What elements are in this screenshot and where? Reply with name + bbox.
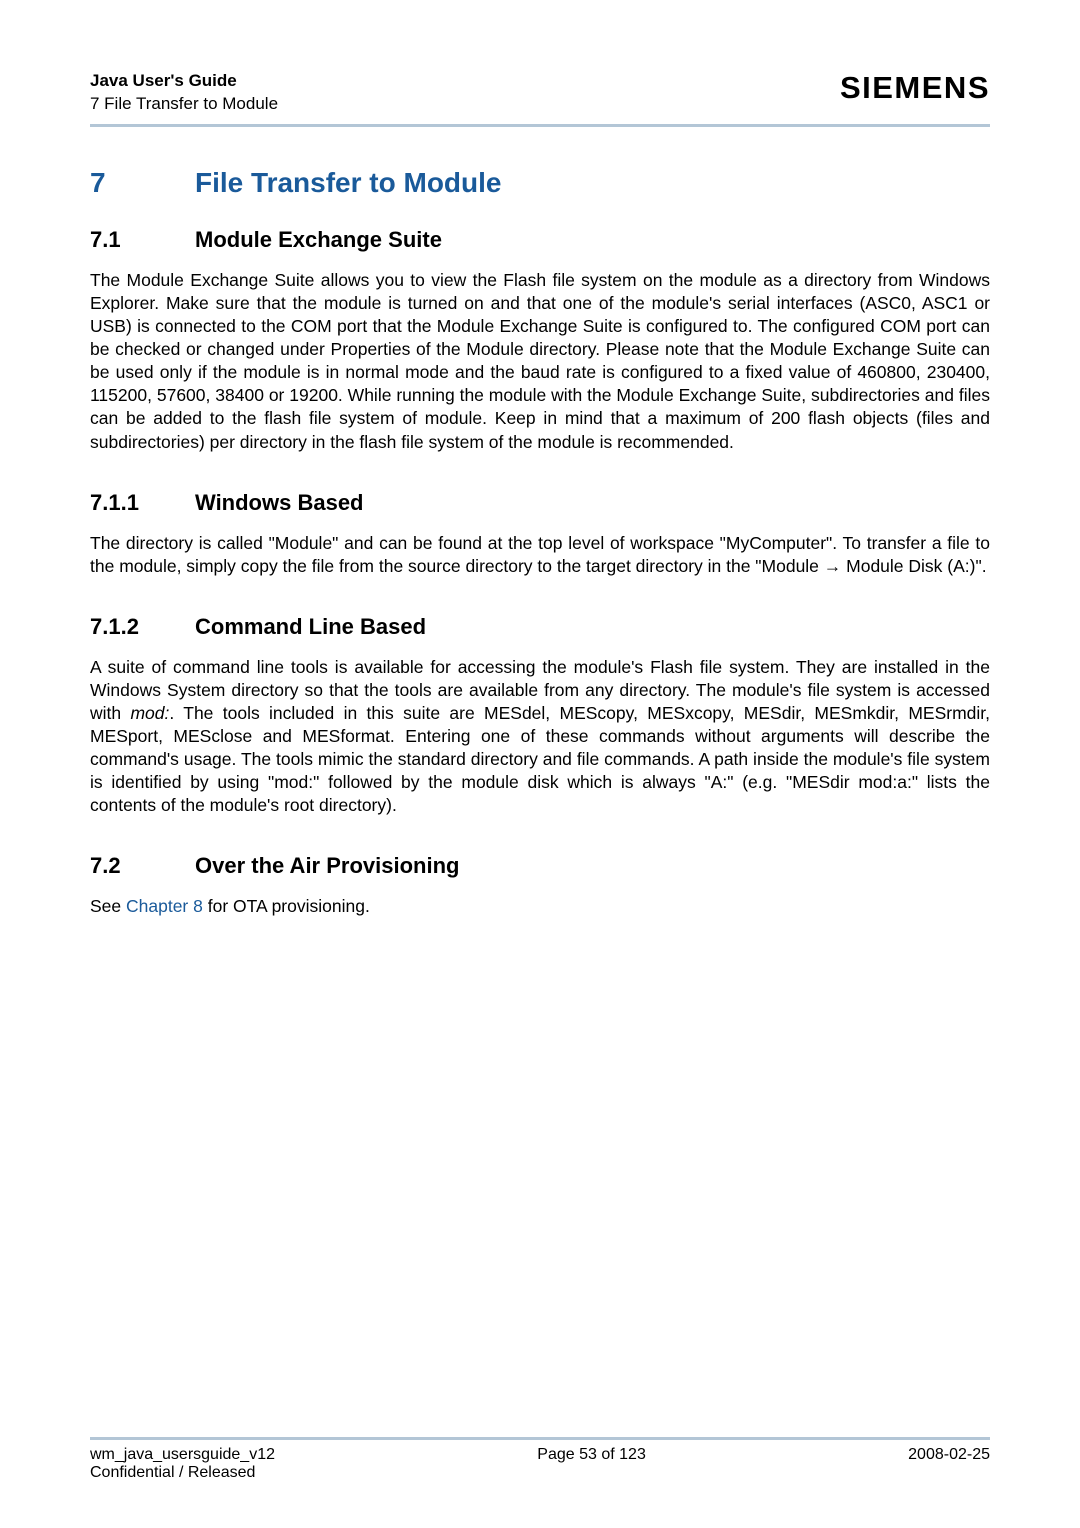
chapter-link[interactable]: Chapter 8 bbox=[126, 896, 203, 916]
section-number: 7.1 bbox=[90, 227, 195, 253]
footer-left: wm_java_usersguide_v12 Confidential / Re… bbox=[90, 1446, 275, 1482]
subsection-heading: 7.1.2Command Line Based bbox=[90, 614, 990, 640]
doc-title: Java User's Guide bbox=[90, 70, 278, 93]
body-text: . The tools included in this suite are M… bbox=[90, 703, 990, 815]
footer-row: wm_java_usersguide_v12 Confidential / Re… bbox=[90, 1446, 990, 1482]
body-text: Module Disk (A:)". bbox=[841, 556, 986, 576]
section-body: The Module Exchange Suite allows you to … bbox=[90, 269, 990, 454]
footer-divider bbox=[90, 1437, 990, 1440]
chapter-title: File Transfer to Module bbox=[195, 167, 501, 198]
subsection-number: 7.1.1 bbox=[90, 490, 195, 516]
subsection-title: Command Line Based bbox=[195, 614, 426, 639]
subsection-body: A suite of command line tools is availab… bbox=[90, 656, 990, 818]
chapter-number: 7 bbox=[90, 167, 195, 199]
section-heading: 7.1Module Exchange Suite bbox=[90, 227, 990, 253]
page-header: Java User's Guide 7 File Transfer to Mod… bbox=[90, 70, 990, 116]
section-title: Over the Air Provisioning bbox=[195, 853, 459, 878]
doc-section-path: 7 File Transfer to Module bbox=[90, 93, 278, 116]
subsection-title: Windows Based bbox=[195, 490, 364, 515]
header-left: Java User's Guide 7 File Transfer to Mod… bbox=[90, 70, 278, 116]
subsection-body: The directory is called "Module" and can… bbox=[90, 532, 990, 578]
body-text: for OTA provisioning. bbox=[203, 896, 370, 916]
page-footer: wm_java_usersguide_v12 Confidential / Re… bbox=[90, 1437, 990, 1482]
section-title: Module Exchange Suite bbox=[195, 227, 442, 252]
header-divider bbox=[90, 124, 990, 127]
footer-doc-id: wm_java_usersguide_v12 bbox=[90, 1446, 275, 1464]
subsection-heading: 7.1.1Windows Based bbox=[90, 490, 990, 516]
body-emphasis: mod: bbox=[130, 703, 169, 723]
chapter-heading: 7File Transfer to Module bbox=[90, 167, 990, 199]
footer-confidentiality: Confidential / Released bbox=[90, 1464, 275, 1482]
section-heading: 7.2Over the Air Provisioning bbox=[90, 853, 990, 879]
footer-date: 2008-02-25 bbox=[908, 1446, 990, 1482]
body-text: See bbox=[90, 896, 126, 916]
section-number: 7.2 bbox=[90, 853, 195, 879]
siemens-logo: SIEMENS bbox=[840, 70, 990, 106]
footer-page-number: Page 53 of 123 bbox=[537, 1446, 646, 1482]
section-body: See Chapter 8 for OTA provisioning. bbox=[90, 895, 990, 918]
subsection-number: 7.1.2 bbox=[90, 614, 195, 640]
arrow-icon: → bbox=[824, 556, 842, 576]
